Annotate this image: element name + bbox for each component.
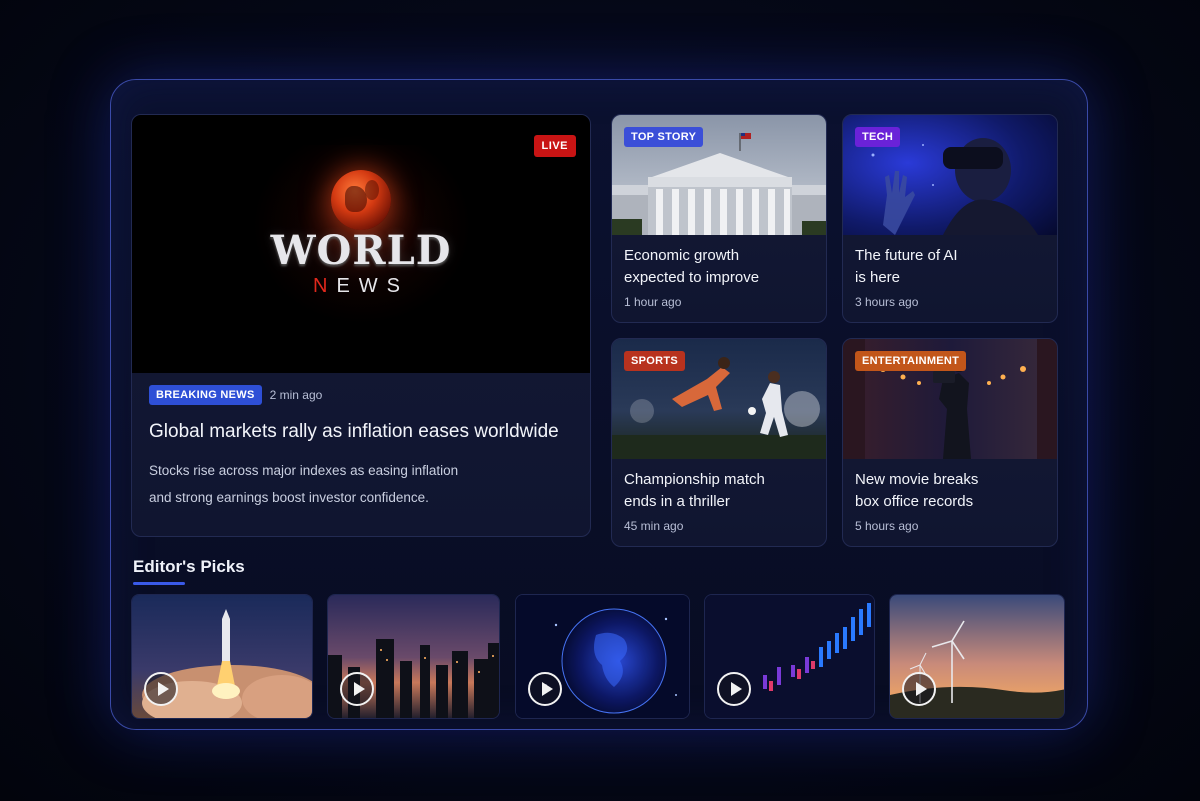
story-card-top-story[interactable]: TOP STORY Economic growth expected to im…: [611, 114, 827, 323]
editors-picks-heading: Editor's Picks: [133, 557, 245, 576]
tech-badge: TECH: [855, 127, 901, 147]
video-thumb-city-skyline[interactable]: [327, 594, 500, 719]
featured-story-meta: BREAKING NEWS 2 min ago: [149, 385, 573, 405]
entertainment-badge: ENTERTAINMENT: [855, 351, 967, 371]
play-button[interactable]: [144, 672, 178, 706]
featured-story-desc-line2: and strong earnings boost investor confi…: [149, 490, 429, 505]
featured-story-desc-line1: Stocks rise across major indexes as easi…: [149, 463, 459, 478]
brand-letter-n: N: [312, 275, 337, 297]
globe-icon: [331, 170, 391, 230]
story-title: The future of AI is here: [855, 245, 1045, 289]
video-thumb-rocket-launch[interactable]: [131, 594, 313, 719]
story-title-line2: box office records: [855, 493, 974, 510]
story-card-tech[interactable]: TECH The future of AI is here 3 hours ag…: [842, 114, 1058, 323]
story-title-line2: is here: [855, 269, 901, 286]
brand-word-world: WORLD: [270, 227, 452, 274]
story-title-line1: Economic growth: [624, 247, 740, 264]
story-card-entertainment[interactable]: ENTERTAINMENT New movie breaks box offic…: [842, 338, 1058, 547]
world-news-banner: WORLD NEWS LIVE: [132, 115, 590, 373]
featured-story-card[interactable]: WORLD NEWS LIVE BREAKING NEWS 2 min ago …: [131, 114, 591, 537]
story-title: New movie breaks box office records: [855, 469, 1045, 513]
featured-story-description: Stocks rise across major indexes as easi…: [149, 457, 573, 511]
story-time: 1 hour ago: [624, 295, 682, 309]
story-title-line1: New movie breaks: [855, 471, 979, 488]
story-title: Economic growth expected to improve: [624, 245, 814, 289]
brand-letters-rest: EWS: [336, 275, 409, 297]
story-time: 45 min ago: [624, 519, 684, 533]
story-time: 5 hours ago: [855, 519, 919, 533]
featured-story-body: BREAKING NEWS 2 min ago Global markets r…: [149, 385, 573, 511]
featured-story-time: 2 min ago: [269, 388, 323, 402]
video-thumb-digital-globe[interactable]: [515, 594, 690, 719]
top-story-badge: TOP STORY: [624, 127, 704, 147]
play-button[interactable]: [340, 672, 374, 706]
sports-badge: SPORTS: [624, 351, 686, 371]
play-button[interactable]: [528, 672, 562, 706]
editors-picks-underline: [133, 582, 185, 585]
news-dashboard: WORLD NEWS LIVE BREAKING NEWS 2 min ago …: [110, 79, 1088, 730]
brand-word-news: NEWS: [132, 275, 590, 298]
featured-story-title[interactable]: Global markets rally as inflation eases …: [149, 421, 573, 443]
play-button[interactable]: [717, 672, 751, 706]
story-card-sports[interactable]: SPORTS Championship match ends in a thri…: [611, 338, 827, 547]
story-title-line2: expected to improve: [624, 269, 760, 286]
video-thumb-stock-chart[interactable]: [704, 594, 875, 719]
live-badge: LIVE: [533, 135, 576, 157]
video-thumb-wind-turbines[interactable]: [889, 594, 1065, 719]
story-title-line1: The future of AI: [855, 247, 958, 264]
story-time: 3 hours ago: [855, 295, 919, 309]
play-button[interactable]: [902, 672, 936, 706]
story-title-line1: Championship match: [624, 471, 765, 488]
story-title: Championship match ends in a thriller: [624, 469, 814, 513]
story-title-line2: ends in a thriller: [624, 493, 730, 510]
breaking-news-badge: BREAKING NEWS: [149, 385, 262, 405]
